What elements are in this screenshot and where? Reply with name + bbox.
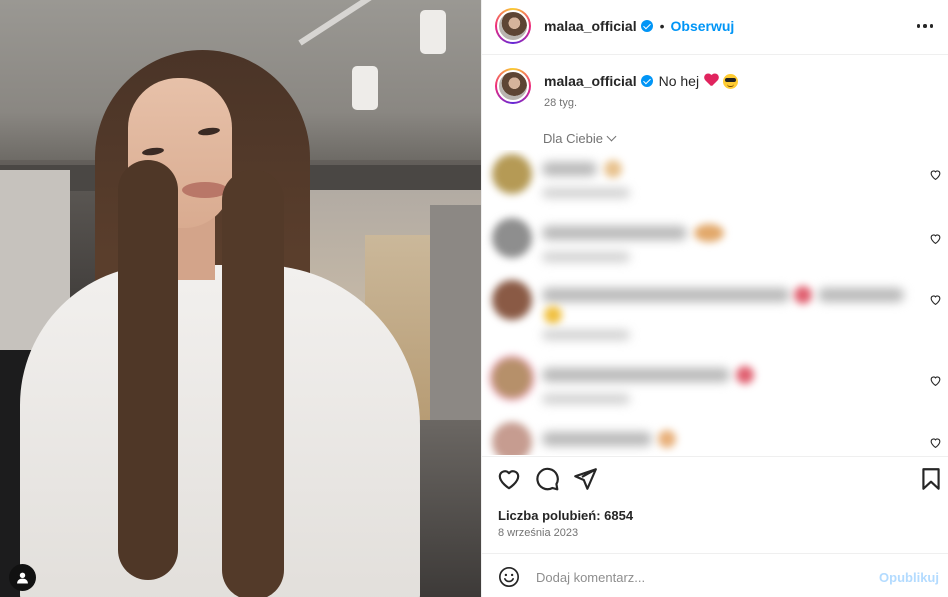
publish-button[interactable]: Opublikuj bbox=[879, 570, 939, 585]
comment-input[interactable] bbox=[536, 566, 866, 588]
photo-hair-strand bbox=[222, 170, 284, 597]
post-photo[interactable] bbox=[0, 0, 481, 597]
follow-button[interactable]: Obserwuj bbox=[671, 18, 735, 34]
verified-badge-icon bbox=[640, 75, 653, 87]
photo-spotlight bbox=[352, 66, 378, 110]
photo-spotlight bbox=[420, 10, 446, 54]
comment-emoji-blurred bbox=[604, 160, 622, 178]
caption-author-username[interactable]: malaa_official bbox=[544, 73, 637, 89]
heart-outline-icon[interactable] bbox=[929, 168, 942, 181]
red-heart-emoji bbox=[704, 74, 719, 88]
comment-meta-blurred bbox=[542, 330, 630, 340]
photo-pillar bbox=[430, 205, 481, 435]
comment-text-blurred bbox=[542, 226, 687, 240]
photo-shirt bbox=[20, 265, 420, 597]
list-item bbox=[482, 150, 948, 210]
comments-list[interactable] bbox=[482, 150, 948, 455]
heart-outline-icon[interactable] bbox=[496, 466, 522, 492]
photo-lips bbox=[182, 182, 228, 198]
comment-emoji-blurred bbox=[694, 224, 724, 242]
comment-text-blurred bbox=[818, 288, 904, 302]
separator-dot: • bbox=[659, 18, 665, 34]
comment-composer: Opublikuj bbox=[482, 553, 948, 597]
caption-author-avatar[interactable] bbox=[495, 68, 531, 104]
photo-hair-strand bbox=[118, 160, 178, 580]
smiley-icon[interactable] bbox=[498, 566, 520, 588]
post-caption: malaa_official No hej 28 tyg. bbox=[482, 56, 948, 126]
comment-text-blurred bbox=[542, 288, 790, 302]
comment-avatar[interactable] bbox=[492, 218, 532, 258]
author-avatar[interactable] bbox=[495, 8, 531, 44]
chevron-down-icon bbox=[606, 131, 617, 142]
comment-emoji-blurred bbox=[736, 366, 754, 384]
sunglasses-emoji bbox=[723, 73, 739, 89]
bookmark-icon[interactable] bbox=[918, 466, 944, 492]
comment-bubble-icon[interactable] bbox=[534, 466, 560, 492]
comment-avatar[interactable] bbox=[492, 422, 532, 455]
comment-text-blurred bbox=[542, 162, 597, 176]
comment-avatar[interactable] bbox=[492, 358, 532, 398]
comments-filter-dropdown[interactable]: Dla Ciebie bbox=[543, 131, 617, 146]
caption-text: No hej bbox=[658, 73, 700, 89]
caption-line: malaa_official No hej bbox=[544, 73, 739, 89]
comment-emoji-blurred bbox=[544, 306, 562, 324]
heart-outline-icon[interactable] bbox=[929, 374, 942, 387]
comment-text-blurred bbox=[542, 368, 730, 382]
post-side-panel: malaa_official • Obserwuj malaa_official… bbox=[481, 0, 948, 597]
user-tag-icon[interactable] bbox=[9, 564, 36, 591]
comment-meta-blurred bbox=[542, 252, 630, 262]
post-date[interactable]: 8 września 2023 bbox=[498, 527, 578, 539]
more-horizontal-icon[interactable] bbox=[913, 14, 937, 38]
comment-meta-blurred bbox=[542, 188, 630, 198]
comment-meta-blurred bbox=[542, 394, 630, 404]
comment-avatar[interactable] bbox=[492, 280, 532, 320]
comment-avatar[interactable] bbox=[492, 154, 532, 194]
heart-outline-icon[interactable] bbox=[929, 436, 942, 449]
list-item bbox=[482, 214, 948, 274]
paper-plane-icon[interactable] bbox=[572, 466, 598, 492]
list-item bbox=[482, 356, 948, 416]
list-item bbox=[482, 278, 948, 358]
comments-filter-label: Dla Ciebie bbox=[543, 131, 603, 146]
comment-text-blurred bbox=[542, 432, 652, 446]
heart-outline-icon[interactable] bbox=[929, 293, 942, 306]
likes-count[interactable]: Liczba polubień: 6854 bbox=[498, 508, 633, 523]
list-item bbox=[482, 420, 948, 455]
post-header: malaa_official • Obserwuj bbox=[482, 0, 948, 55]
comment-emoji-blurred bbox=[658, 430, 676, 448]
author-username[interactable]: malaa_official bbox=[544, 18, 637, 34]
comment-emoji-blurred bbox=[794, 286, 812, 304]
heart-outline-icon[interactable] bbox=[929, 232, 942, 245]
post-action-bar bbox=[482, 456, 948, 501]
verified-badge-icon bbox=[640, 20, 653, 32]
author-name-row: malaa_official • Obserwuj bbox=[544, 18, 734, 34]
caption-age[interactable]: 28 tyg. bbox=[544, 97, 577, 109]
